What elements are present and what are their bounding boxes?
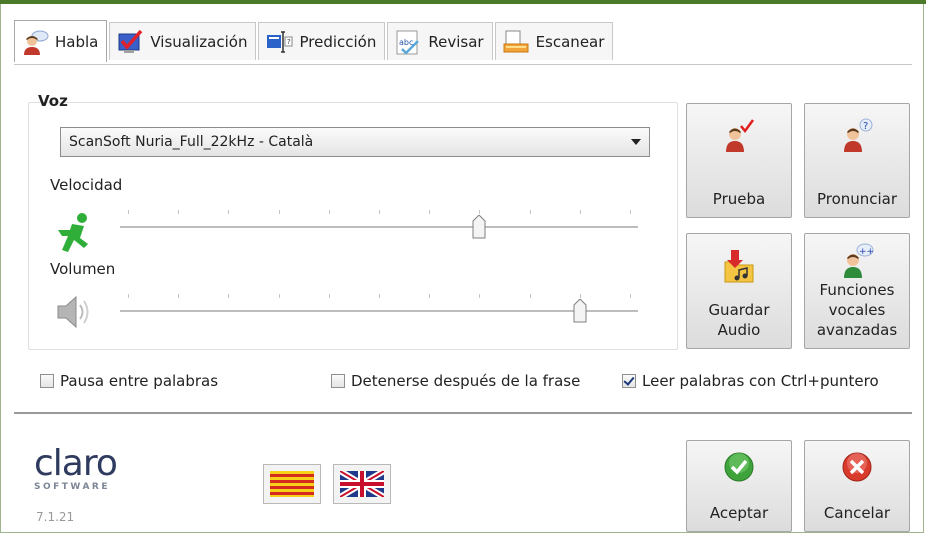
uk-flag-button[interactable] — [333, 464, 391, 504]
slider-tick — [328, 294, 330, 298]
tab-label: Revisar — [428, 32, 484, 51]
funciones-label-line3: avanzadas — [816, 321, 898, 339]
funciones-label: Funciones vocales avanzadas — [805, 280, 909, 340]
aceptar-button[interactable]: Aceptar — [686, 440, 792, 532]
scanner-icon — [503, 30, 529, 52]
tab-habla[interactable]: Habla — [14, 20, 108, 62]
svg-text:?: ? — [863, 121, 868, 132]
catalan-flag-icon — [270, 471, 314, 497]
tab-strip: Habla Visualización ? Predicción abc Rev… — [14, 20, 615, 64]
running-man-icon — [58, 213, 88, 252]
slider-tick — [379, 294, 380, 298]
slider-tick — [630, 294, 631, 298]
slider-tick — [579, 294, 581, 298]
slider-tick — [278, 294, 280, 298]
pausa-label: Pausa entre palabras — [60, 372, 219, 390]
svg-text:abc: abc — [399, 38, 413, 47]
detenerse-checkbox[interactable] — [331, 374, 345, 388]
speaking-person-icon — [24, 30, 49, 55]
svg-text:++: ++ — [859, 247, 874, 257]
speaker-question-icon: ? — [844, 118, 873, 152]
cancelar-button[interactable]: Cancelar — [804, 440, 910, 532]
voice-select-value: ScanSoft Nuria_Full_22kHz - Català — [69, 134, 314, 150]
detenerse-label: Detenerse después de la frase — [351, 372, 581, 390]
tab-escanear[interactable]: Escanear — [494, 22, 614, 60]
tab-prediccion[interactable]: ? Predicción — [258, 22, 386, 60]
velocidad-label: Velocidad — [50, 176, 123, 194]
slider-tick — [579, 210, 581, 214]
tab-label: Escanear — [535, 32, 605, 51]
pronunciar-label: Pronunciar — [816, 190, 898, 208]
voice-select[interactable]: ScanSoft Nuria_Full_22kHz - Català — [60, 127, 650, 157]
prueba-label: Prueba — [712, 190, 766, 208]
slider-tick — [429, 294, 431, 298]
footer-separator — [14, 412, 912, 414]
guardar-label-line2: Audio — [717, 321, 761, 339]
slider-tick — [529, 210, 531, 214]
slider-tick — [128, 210, 129, 214]
slider-tick — [228, 210, 230, 214]
tab-label: Predicción — [299, 32, 377, 51]
chevron-down-icon[interactable] — [631, 139, 641, 145]
leer-ctrl-checkbox[interactable] — [622, 374, 636, 388]
pausa-checkbox[interactable] — [40, 374, 54, 388]
guardar-audio-label: Guardar Audio — [687, 300, 791, 340]
slider-tick — [328, 210, 330, 214]
speaker-icon — [57, 295, 89, 329]
text-cursor-icon: ? — [267, 30, 293, 53]
leer-ctrl-checkbox-row[interactable]: Leer palabras con Ctrl+puntero — [622, 372, 879, 390]
funciones-label-line2: vocales — [828, 301, 886, 319]
slider-tick — [278, 210, 280, 214]
claro-logo: claro SOFTWARE — [34, 443, 118, 493]
slider-thumb[interactable] — [573, 299, 587, 323]
slider-tick — [429, 210, 431, 214]
advanced-voice-icon: ++ — [844, 243, 874, 278]
logo-text: claro — [34, 443, 118, 484]
slider-tick — [228, 294, 230, 298]
speaker-check-icon — [726, 119, 755, 152]
slider-tick — [479, 210, 481, 214]
version-label: 7.1.21 — [36, 510, 75, 524]
volumen-label: Volumen — [50, 260, 116, 278]
svg-text:?: ? — [287, 38, 291, 46]
slider-tick — [529, 294, 531, 298]
funciones-label-line1: Funciones — [819, 281, 895, 299]
spellcheck-abc-icon: abc — [396, 30, 420, 55]
catalan-flag-button[interactable] — [263, 464, 321, 504]
check-circle-icon — [724, 452, 754, 482]
tab-baseline — [14, 64, 912, 65]
slider-track[interactable] — [120, 226, 638, 229]
tab-label: Visualización — [150, 32, 248, 51]
leer-ctrl-label: Leer palabras con Ctrl+puntero — [642, 372, 879, 390]
guardar-label-line1: Guardar — [708, 301, 770, 319]
guardar-audio-button[interactable]: Guardar Audio — [686, 233, 792, 349]
slider-tick — [128, 294, 129, 298]
uk-flag-icon — [338, 468, 386, 500]
tab-visualizacion[interactable]: Visualización — [109, 22, 257, 60]
detenerse-checkbox-row[interactable]: Detenerse después de la frase — [331, 372, 580, 390]
close-circle-icon — [842, 452, 872, 482]
slider-tick — [379, 210, 380, 214]
funciones-vocales-button[interactable]: ++ Funciones vocales avanzadas — [804, 233, 910, 349]
tab-revisar[interactable]: abc Revisar — [387, 22, 493, 60]
voice-group-label: Voz — [38, 92, 68, 110]
tab-label: Habla — [55, 32, 99, 51]
aceptar-label: Aceptar — [709, 504, 769, 522]
slider-tick — [479, 294, 481, 298]
prueba-button[interactable]: Prueba — [686, 103, 792, 218]
slider-track[interactable] — [120, 310, 638, 313]
pronunciar-button[interactable]: ? Pronunciar — [804, 103, 910, 218]
slider-tick — [178, 210, 180, 214]
slider-tick — [630, 210, 631, 214]
save-audio-folder-icon — [724, 250, 754, 283]
pausa-checkbox-row[interactable]: Pausa entre palabras — [40, 372, 218, 390]
checkmark-monitor-icon — [118, 29, 143, 53]
slider-tick — [178, 294, 180, 298]
slider-thumb[interactable] — [472, 215, 486, 239]
logo-subtext: SOFTWARE — [34, 482, 110, 492]
cancelar-label: Cancelar — [823, 504, 891, 522]
